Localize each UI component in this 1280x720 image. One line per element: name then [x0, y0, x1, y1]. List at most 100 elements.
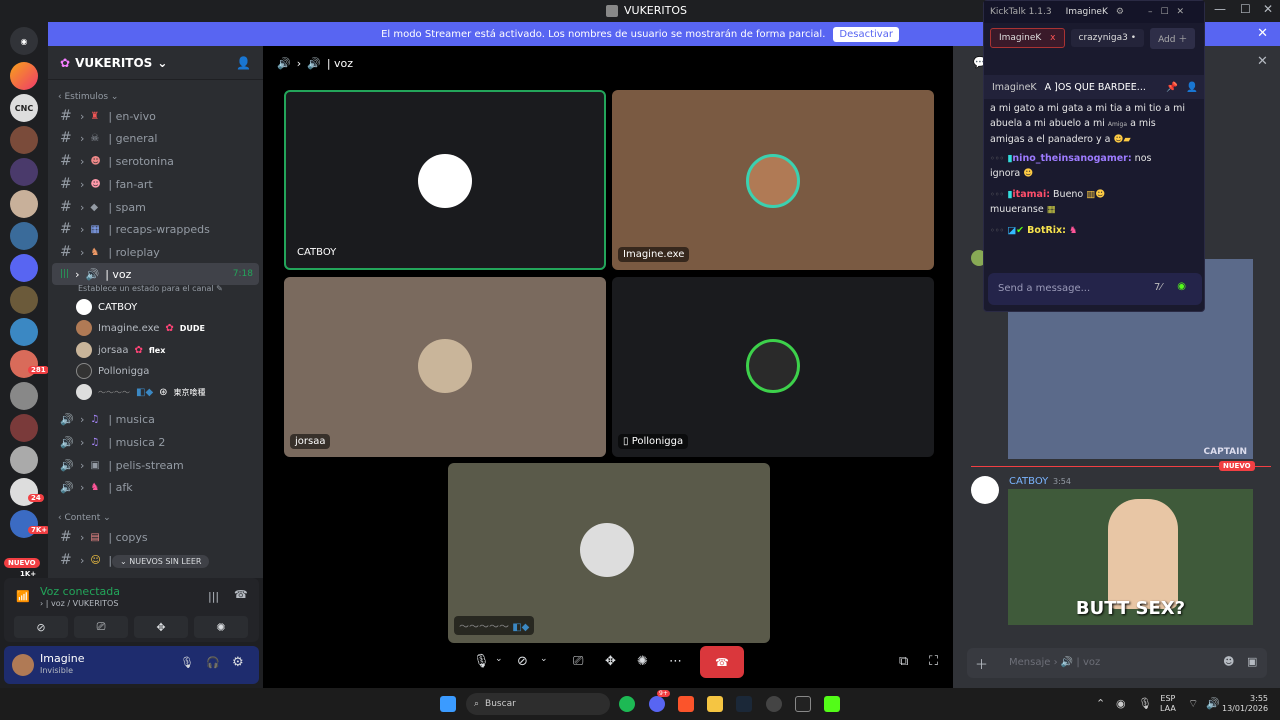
camera-off-button[interactable]: ⊘	[14, 616, 68, 638]
category-content[interactable]: ‹ Content ⌄	[58, 513, 111, 523]
close-banner-icon[interactable]: ✕	[1257, 26, 1268, 41]
kicktalk-message-input[interactable]: Send a message... 7⁄ ◉	[988, 273, 1202, 305]
server-header[interactable]: ✿ VUKERITOS ⌄ 👤	[48, 46, 263, 80]
user-icon[interactable]: 👤	[1186, 82, 1198, 93]
image-icon[interactable]: ▣	[1247, 655, 1257, 668]
pin-icon[interactable]: 📌	[1166, 82, 1178, 93]
app-icon[interactable]	[795, 696, 811, 712]
show-hidden-icons[interactable]: ⌃	[1096, 697, 1105, 710]
server-icon[interactable]: 24	[10, 478, 44, 506]
obs-icon[interactable]	[766, 696, 782, 712]
channel-copys[interactable]: # › ▤ | copys	[52, 526, 259, 548]
participant-tile[interactable]: jorsaa	[284, 277, 606, 457]
chat-message[interactable]: ◦◦◦ ▮nino_theinsanogamer: nos	[990, 151, 1200, 166]
maximize-icon[interactable]: ☐	[1240, 2, 1251, 16]
microphone-icon[interactable]: 🎙	[1138, 697, 1152, 710]
chat-message[interactable]: ◦◦◦ ▮itamai: Bueno ▥☻	[990, 187, 1200, 202]
voice-user[interactable]: Pollonigga	[76, 361, 149, 381]
server-icon[interactable]	[10, 126, 38, 154]
voice-user[interactable]: 〜〜〜〜 ◧◆ ⊛ 東京喰種	[76, 382, 206, 402]
category-estimulos[interactable]: ‹ Estimulos ⌄	[58, 92, 118, 102]
voice-channel-afk[interactable]: 🔊 › ♞ | afk	[52, 476, 259, 498]
brave-icon[interactable]	[678, 696, 694, 712]
chevron-down-icon[interactable]: ⌄	[495, 654, 503, 664]
kicktalk-user[interactable]: ImagineK	[1066, 7, 1108, 17]
clock[interactable]: 3:55 13/01/2026	[1222, 694, 1268, 714]
chat-message[interactable]: ◦◦◦ ◪✔ BotRix: ♞	[990, 223, 1200, 238]
server-icon[interactable]	[10, 382, 38, 410]
taskbar-search[interactable]: ⌕ Buscar	[466, 693, 610, 715]
screen-share-button[interactable]: ⎚	[74, 616, 128, 638]
channel-recaps-wrappeds[interactable]: # › ▦ | recaps-wrappeds	[52, 218, 259, 240]
pinned-message[interactable]: ImagineK A ]OS QUE BARDEE... 📌 👤	[984, 75, 1204, 99]
discord-icon[interactable]: 9+	[649, 690, 670, 712]
participant-tile[interactable]: 〜〜〜〜〜 ◧◆	[448, 463, 770, 643]
voice-channel-musica-2[interactable]: 🔊 › ♫ | musica 2	[52, 431, 259, 453]
server-icon[interactable]: 7K+	[10, 510, 51, 538]
kick-icon[interactable]	[824, 696, 840, 712]
avatar[interactable]	[12, 654, 34, 676]
pop-out-icon[interactable]: ⧉	[899, 654, 908, 669]
fullscreen-icon[interactable]: ⛶	[929, 654, 938, 669]
message-input[interactable]: ＋ Mensaje › 🔊 | voz ☻ ▣	[967, 648, 1267, 678]
wifi-icon[interactable]: ⌔	[1188, 697, 1198, 711]
channel-en-vivo[interactable]: # › ♜ | en-vivo	[52, 105, 259, 127]
gif-attachment[interactable]: BUTT SEX?	[1008, 489, 1253, 625]
minimize-icon[interactable]: —	[1214, 2, 1226, 16]
disconnect-icon[interactable]: ☎	[234, 588, 248, 601]
channel-serotonina[interactable]: # › ☻ | serotonina	[52, 150, 259, 172]
voice-user[interactable]: jorsaa ✿ flex	[76, 340, 165, 360]
emote-picker-icon[interactable]: 7⁄	[1154, 282, 1162, 293]
user-name[interactable]: Imagine	[40, 652, 84, 665]
voice-connected-title[interactable]: Voz conectada	[40, 585, 120, 598]
server-icon[interactable]: 281	[10, 350, 49, 378]
kick-emote-icon[interactable]: ◉	[1177, 281, 1186, 292]
more-icon[interactable]: ⋯	[669, 654, 682, 669]
settings-gear-icon[interactable]: ⚙	[232, 655, 244, 670]
screen-share-icon[interactable]: ⎚	[573, 654, 583, 669]
minimize-icon[interactable]: –	[1148, 7, 1153, 17]
add-attachment-icon[interactable]: ＋	[975, 654, 988, 673]
activities-icon[interactable]: ✥	[605, 654, 616, 669]
chevron-down-icon[interactable]: ⌄	[540, 654, 548, 664]
close-icon[interactable]: ✕	[1177, 7, 1185, 17]
voice-user[interactable]: CATBOY	[76, 297, 137, 317]
add-tab-button[interactable]: Add ＋	[1150, 27, 1196, 49]
activities-button[interactable]: ✥	[134, 616, 188, 638]
disconnect-button[interactable]: ☎	[700, 646, 744, 678]
voice-channel-pelis-stream[interactable]: 🔊 › ▣ | pelis-stream	[52, 454, 259, 476]
file-explorer-icon[interactable]	[707, 696, 723, 712]
maximize-icon[interactable]: ☐	[1160, 7, 1168, 17]
avatar[interactable]	[971, 476, 999, 504]
tab-imaginek[interactable]: ImagineK x	[990, 28, 1065, 48]
server-icon[interactable]: CNC	[10, 94, 38, 122]
close-chat-icon[interactable]: ✕	[1257, 54, 1268, 69]
tab-crazyniga3[interactable]: crazyniga3 •	[1070, 29, 1145, 47]
windows-start-icon[interactable]	[440, 696, 456, 712]
noise-suppression-icon[interactable]: |||	[208, 590, 219, 603]
channel-fan-art[interactable]: # › ☻ | fan-art	[52, 173, 259, 195]
microphone-icon[interactable]: 🎙	[473, 654, 490, 669]
participant-tile[interactable]: CATBOY	[284, 90, 606, 270]
voice-user[interactable]: Imagine.exe ✿ DUDE	[76, 318, 205, 338]
headphones-icon[interactable]: 🎧	[206, 656, 220, 669]
close-window-icon[interactable]: ✕	[1263, 2, 1273, 16]
add-friend-icon[interactable]: 👤	[236, 56, 251, 70]
emoji-icon[interactable]: ☻	[1223, 655, 1234, 668]
voice-channel-musica[interactable]: 🔊 › ♫ | musica	[52, 408, 259, 430]
participant-tile[interactable]: Imagine.exe	[612, 90, 934, 270]
server-icon[interactable]	[10, 222, 38, 250]
server-icon[interactable]	[10, 62, 38, 90]
close-tab-icon[interactable]: x	[1050, 33, 1055, 43]
discord-home-icon[interactable]: ◉	[10, 27, 38, 55]
channel-spam[interactable]: # › ◆ | spam	[52, 196, 259, 218]
camera-off-icon[interactable]: ⊘	[517, 654, 528, 669]
server-icon[interactable]	[10, 414, 38, 442]
volume-icon[interactable]: 🔊	[1206, 697, 1220, 710]
voice-connected-sub[interactable]: › | voz / VUKERITOS	[40, 599, 118, 608]
channel-general[interactable]: # › ☠ | general	[52, 127, 259, 149]
participant-tile[interactable]: ▯ Pollonigga	[612, 277, 934, 457]
soundboard-icon[interactable]: ✺	[637, 654, 648, 669]
voice-channel-voz[interactable]: ||| › 🔊 | voz 7:18	[52, 263, 259, 285]
soundboard-button[interactable]: ✺	[194, 616, 248, 638]
